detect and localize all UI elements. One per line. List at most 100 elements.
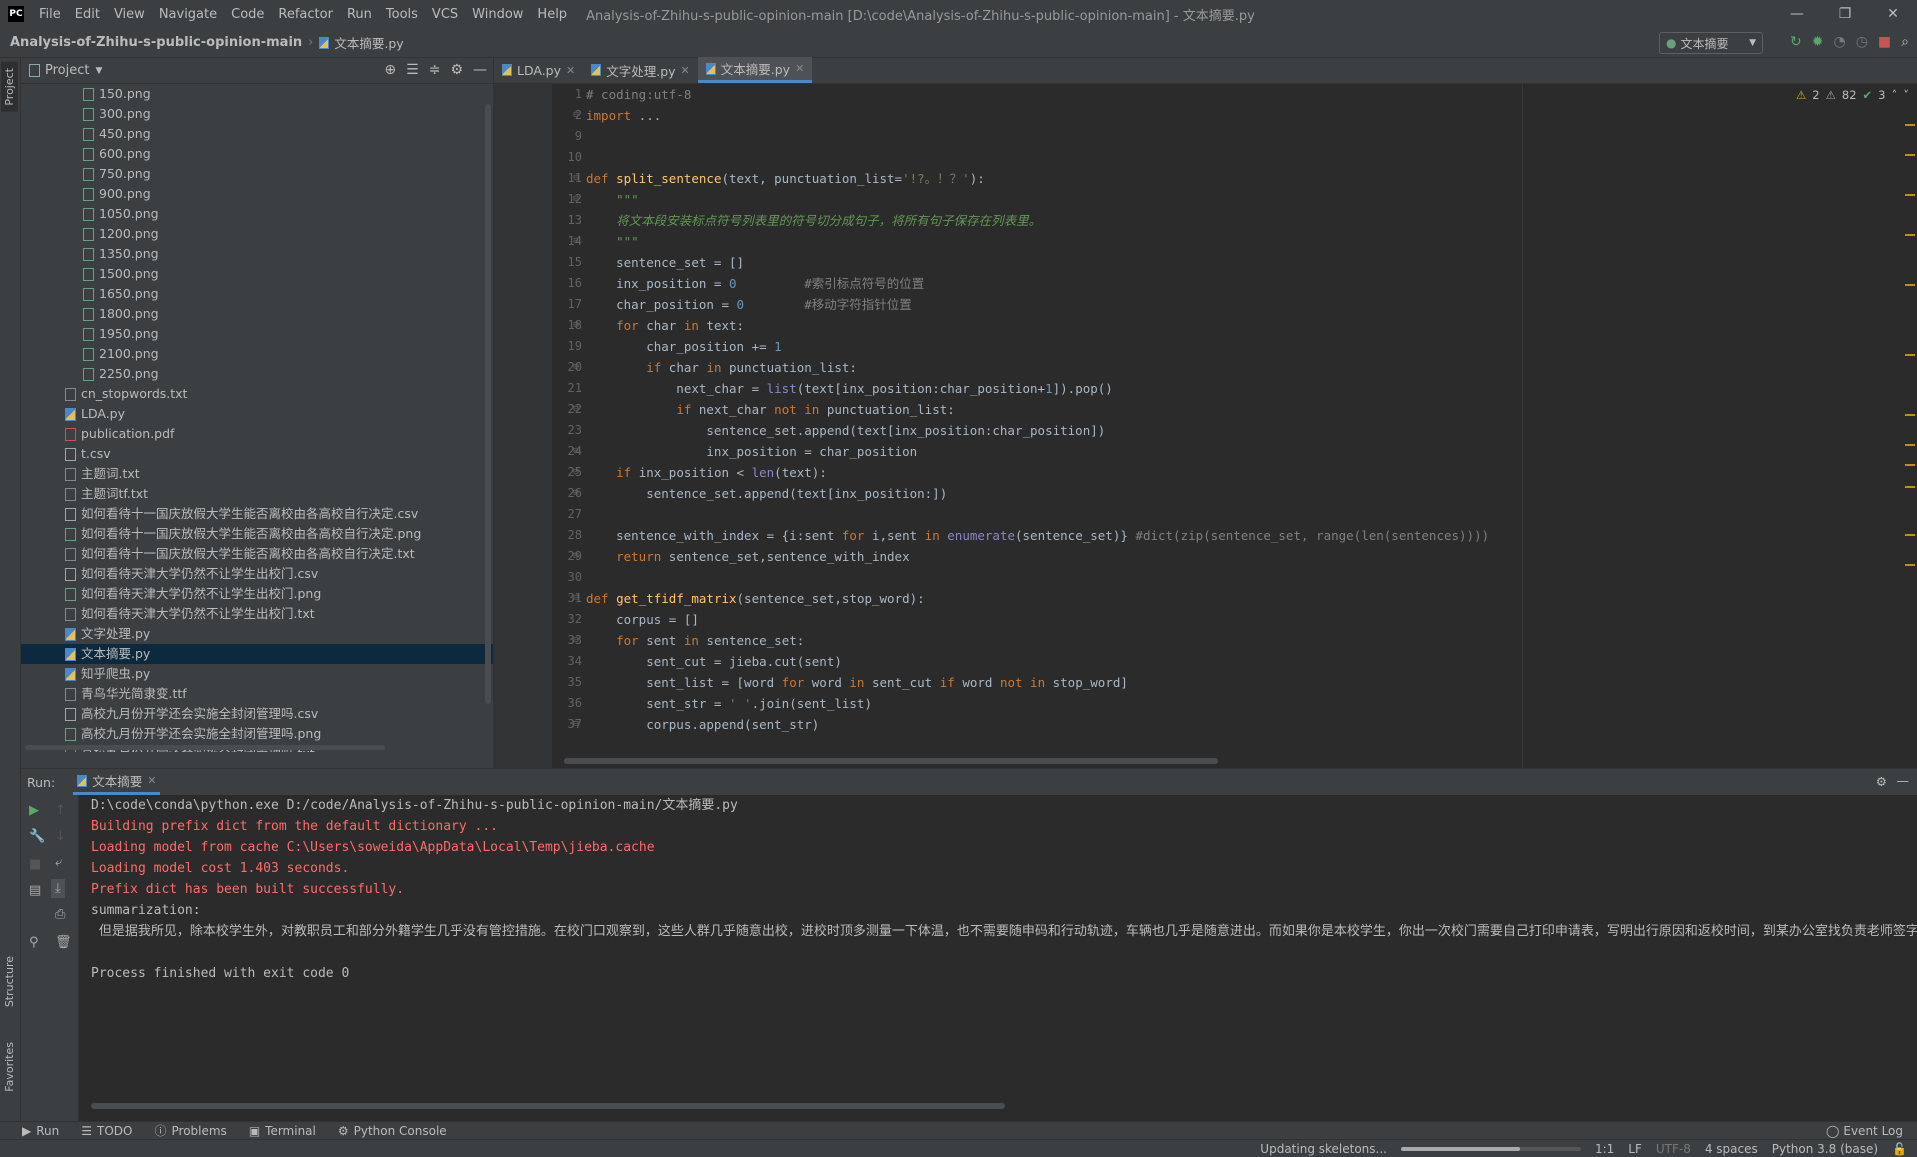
code-line[interactable]: 17 char_position = 0 #移动字符指针位置 — [568, 294, 1917, 315]
fold-marker-icon[interactable] — [570, 525, 582, 546]
project-horizontal-scrollbar[interactable] — [25, 745, 385, 750]
fold-marker-icon[interactable] — [570, 336, 582, 357]
fold-marker-icon[interactable]: ⊟ — [570, 483, 582, 504]
menu-file[interactable]: File — [32, 7, 68, 22]
debug-icon[interactable]: ✹ — [1812, 34, 1824, 50]
collapse-all-icon[interactable]: ≑ — [429, 62, 441, 78]
project-tree-item[interactable]: 如何看待十一国庆放假大学生能否离校由各高校自行决定.png — [21, 524, 493, 544]
menu-navigate[interactable]: Navigate — [152, 7, 224, 22]
project-tree-item[interactable]: LDA.py — [21, 404, 493, 424]
code-line[interactable]: 10 — [568, 147, 1917, 168]
python-interpreter[interactable]: Python 3.8 (base) — [1772, 1142, 1878, 1156]
bottom-tab-todo[interactable]: ☰ TODO — [81, 1122, 132, 1139]
fold-marker-icon[interactable]: ⊟ — [570, 441, 582, 462]
profile-icon[interactable]: ◷ — [1856, 34, 1868, 50]
locate-icon[interactable]: ⊕ — [384, 62, 396, 78]
run-configuration-select[interactable]: ● 文本摘要 ▼ — [1659, 32, 1763, 54]
fold-marker-icon[interactable] — [570, 147, 582, 168]
scroll-to-end-icon[interactable]: ⤓ — [51, 879, 65, 898]
project-panel-title[interactable]: Project — [45, 63, 89, 78]
arrow-up-icon[interactable]: ↑ — [55, 803, 66, 818]
code-line[interactable]: 32 corpus = [] — [568, 609, 1917, 630]
console-output[interactable]: D:\code\conda\python.exe D:/code/Analysi… — [91, 795, 1917, 1095]
code-line[interactable]: 30 — [568, 567, 1917, 588]
print-icon[interactable]: ⎙ — [55, 907, 65, 922]
project-tree-item[interactable]: 900.png — [21, 184, 493, 204]
project-tree-item[interactable]: 高校九月份开学还会实施全封闭管理吗.csv — [21, 704, 493, 724]
close-icon[interactable]: ✕ — [147, 774, 156, 787]
close-icon[interactable]: ✕ — [566, 64, 575, 77]
bottom-tab-python-console[interactable]: ⚙ Python Console — [338, 1122, 447, 1139]
close-icon[interactable]: ✕ — [681, 64, 690, 77]
menu-edit[interactable]: Edit — [68, 7, 107, 22]
event-log-button[interactable]: ◯ Event Log — [1826, 1124, 1903, 1138]
restore-icon[interactable]: ❐ — [1821, 0, 1869, 28]
fold-marker-icon[interactable] — [570, 378, 582, 399]
trash-icon[interactable]: 🗑 — [55, 935, 72, 950]
breadcrumb-file[interactable]: 文本摘要.py — [334, 33, 403, 52]
project-tree-item[interactable]: 300.png — [21, 104, 493, 124]
breadcrumb-project[interactable]: Analysis-of-Zhihu-s-public-opinion-main — [10, 35, 302, 50]
fold-marker-icon[interactable] — [570, 84, 582, 105]
project-tree-item[interactable]: 1650.png — [21, 284, 493, 304]
project-tree-item[interactable]: 1800.png — [21, 304, 493, 324]
gear-icon[interactable]: ⚙ — [1876, 774, 1887, 789]
console-horizontal-scrollbar[interactable] — [91, 1103, 1005, 1109]
hide-icon[interactable]: — — [473, 62, 487, 78]
code-line[interactable]: 28 sentence_with_index = {i:sent for i,s… — [568, 525, 1917, 546]
project-tree-item[interactable]: cn_stopwords.txt — [21, 384, 493, 404]
project-tree-item[interactable]: t.csv — [21, 444, 493, 464]
project-tree-item[interactable]: 150.png — [21, 84, 493, 104]
run-tab[interactable]: 文本摘要 ✕ — [73, 769, 161, 795]
error-stripe[interactable] — [1905, 114, 1915, 734]
code-line[interactable]: 21 next_char = list(text[inx_position:ch… — [568, 378, 1917, 399]
project-tree-item[interactable]: 高校九月份开学还会实施全封闭管理吗.png — [21, 724, 493, 744]
stop-icon[interactable]: ■ — [29, 857, 41, 872]
editor-tab[interactable]: LDA.py ✕ — [494, 57, 583, 83]
fold-marker-icon[interactable]: ⊟ — [570, 231, 582, 252]
indent-setting[interactable]: 4 spaces — [1705, 1142, 1758, 1156]
project-scrollbar[interactable] — [485, 104, 491, 704]
code-line[interactable]: 24 ⊟ inx_position = char_position — [568, 441, 1917, 462]
project-tree-item[interactable]: 1350.png — [21, 244, 493, 264]
code-line[interactable]: 19 char_position += 1 — [568, 336, 1917, 357]
fold-marker-icon[interactable]: ⊟ — [570, 357, 582, 378]
code-line[interactable]: 35 sent_list = [word for word in sent_cu… — [568, 672, 1917, 693]
code-area[interactable]: 1 # coding:utf-8 2 ⊟ import ... 9 10 11 ⊟ def spl… — [552, 84, 1917, 768]
code-line[interactable]: 12 ⊟ """ — [568, 189, 1917, 210]
project-tree-item[interactable]: publication.pdf — [21, 424, 493, 444]
search-icon[interactable]: ⌕ — [1901, 34, 1909, 50]
close-icon[interactable]: ✕ — [795, 62, 804, 75]
line-separator[interactable]: LF — [1628, 1142, 1642, 1156]
code-line[interactable]: 2 ⊟ import ... — [573, 105, 1917, 126]
fold-marker-icon[interactable] — [570, 252, 582, 273]
menu-help[interactable]: Help — [530, 7, 574, 22]
project-tree-item[interactable]: 如何看待天津大学仍然不让学生出校门.csv — [21, 564, 493, 584]
project-tree-item[interactable]: 如何看待十一国庆放假大学生能否离校由各高校自行决定.csv — [21, 504, 493, 524]
editor-horizontal-scrollbar[interactable] — [564, 758, 1218, 764]
project-tree-item[interactable]: 文本摘要.py — [21, 644, 493, 664]
editor-tab[interactable]: 文本摘要.py ✕ — [697, 57, 813, 83]
fold-marker-icon[interactable]: ⊟ — [570, 630, 582, 651]
cursor-position[interactable]: 1:1 — [1595, 1142, 1614, 1156]
menu-tools[interactable]: Tools — [379, 7, 425, 22]
menu-run[interactable]: Run — [340, 7, 379, 22]
chevron-up-icon[interactable]: ˄ — [1892, 88, 1898, 102]
layout-icon[interactable]: ▤ — [29, 883, 41, 898]
code-line[interactable]: 15 sentence_set = [] — [568, 252, 1917, 273]
lock-icon[interactable]: 🔓 — [1892, 1142, 1907, 1156]
fold-marker-icon[interactable]: ⊟ — [570, 399, 582, 420]
project-tree-item[interactable]: 1200.png — [21, 224, 493, 244]
hide-icon[interactable]: — — [1897, 773, 1910, 788]
stop-icon[interactable]: ■ — [1878, 34, 1891, 50]
fold-marker-icon[interactable] — [570, 609, 582, 630]
menu-view[interactable]: View — [107, 7, 152, 22]
code-line[interactable]: 36 sent_str = ' '.join(sent_list) — [568, 693, 1917, 714]
close-icon[interactable]: ✕ — [1869, 0, 1917, 28]
fold-marker-icon[interactable] — [570, 651, 582, 672]
fold-marker-icon[interactable]: ⊟ — [570, 105, 582, 126]
code-line[interactable]: 27 — [568, 504, 1917, 525]
code-line[interactable]: 23 sentence_set.append(text[inx_position… — [568, 420, 1917, 441]
wrench-icon[interactable]: 🔧 — [29, 829, 45, 844]
project-tree-item[interactable]: 如何看待天津大学仍然不让学生出校门.txt — [21, 604, 493, 624]
